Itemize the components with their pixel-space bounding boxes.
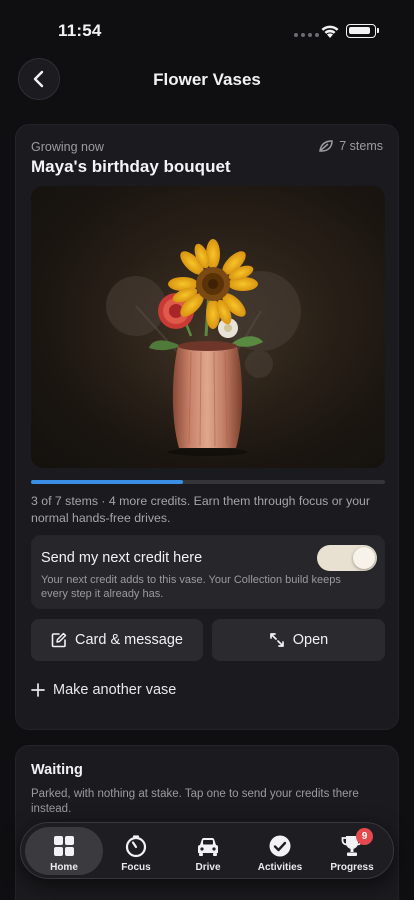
tab-focus[interactable]: Focus xyxy=(100,827,172,875)
progress-badge: 9 xyxy=(356,828,373,845)
growth-progress-fill xyxy=(31,480,184,484)
tab-activities[interactable]: Activities xyxy=(244,827,316,875)
make-another-vase-button[interactable]: Make another vase xyxy=(31,682,176,698)
wifi-icon xyxy=(321,25,339,38)
plus-icon xyxy=(31,683,45,697)
vase-card: Growing now 7 stems Maya's birthday bouq… xyxy=(15,124,399,730)
toggle-knob xyxy=(353,547,375,569)
bouquet-title: Maya's birthday bouquet xyxy=(31,157,231,176)
growth-progress-bar xyxy=(31,480,385,484)
tab-progress[interactable]: Progress 9 xyxy=(316,827,388,875)
edit-icon xyxy=(51,632,67,648)
page-title: Flower Vases xyxy=(153,70,261,89)
send-credit-toggle[interactable] xyxy=(317,545,377,571)
signal-dots-icon xyxy=(294,33,319,37)
tab-activities-label: Activities xyxy=(257,862,303,873)
credit-target-description: Your next credit adds to this vase. Your… xyxy=(41,574,341,600)
progress-description: 3 of 7 stems · 4 more credits. Earn them… xyxy=(31,494,370,525)
tab-home[interactable]: Home xyxy=(25,827,103,875)
check-circle-icon xyxy=(269,835,291,857)
tab-drive[interactable]: Drive xyxy=(172,827,244,875)
tab-bar: Home Focus Drive Activities Progress 9 xyxy=(20,822,394,879)
nav-header: Flower Vases xyxy=(0,56,414,104)
status-time: 11:54 xyxy=(58,21,102,40)
waiting-description: Parked, with nothing at stake. Tap one t… xyxy=(31,788,359,815)
battery-icon xyxy=(346,24,379,38)
status-bar: 11:54 xyxy=(0,0,414,54)
growing-label: Growing now xyxy=(31,140,104,154)
grid-icon xyxy=(54,836,74,856)
tab-drive-label: Drive xyxy=(195,862,221,873)
waiting-title: Waiting xyxy=(31,762,83,778)
stems-badge: 7 stems xyxy=(319,139,383,153)
leaf-icon xyxy=(319,140,333,152)
credit-target-panel: Send my next credit here Your next credi… xyxy=(31,535,385,609)
stems-count: 7 stems xyxy=(339,139,383,153)
open-label: Open xyxy=(292,632,329,648)
card-message-label: Card & message xyxy=(75,632,183,648)
timer-icon xyxy=(125,835,147,858)
car-icon xyxy=(198,837,218,856)
tab-home-label: Home xyxy=(50,862,78,873)
tab-focus-label: Focus xyxy=(121,862,151,873)
card-message-button[interactable]: Card & message xyxy=(31,619,203,661)
credit-target-title: Send my next credit here xyxy=(41,550,203,566)
vase-illustration xyxy=(31,186,385,468)
open-button[interactable]: Open xyxy=(212,619,385,661)
expand-icon xyxy=(269,633,284,647)
tab-progress-label: Progress xyxy=(330,862,374,873)
make-another-vase-label: Make another vase xyxy=(53,682,177,698)
